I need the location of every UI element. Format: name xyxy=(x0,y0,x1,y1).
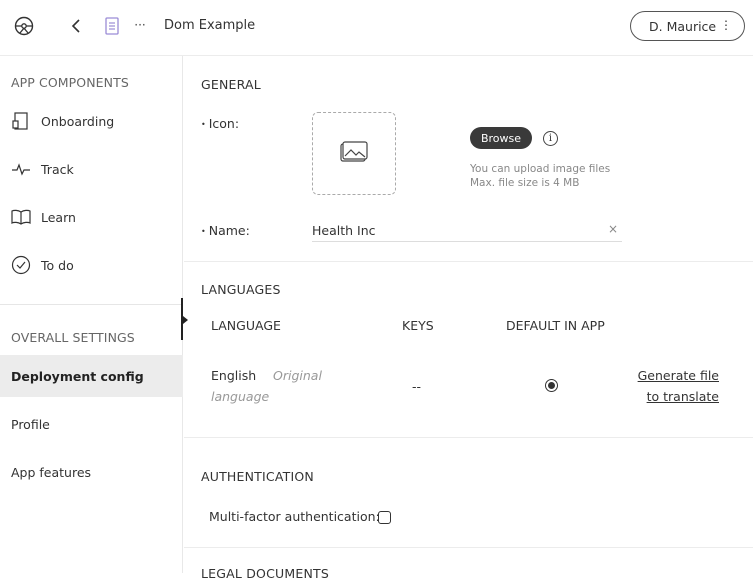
clear-icon[interactable]: × xyxy=(608,222,618,236)
sidebar-item-track[interactable]: Track xyxy=(0,149,183,189)
sidebar-divider xyxy=(0,304,183,305)
sidebar-item-label: Learn xyxy=(41,209,76,225)
sidebar-section-overall-settings: OVERALL SETTINGS xyxy=(11,330,135,345)
sidebar-item-label: App features xyxy=(11,464,92,480)
column-header-keys: KEYS xyxy=(402,318,434,333)
name-field-label: • Name: xyxy=(201,223,250,238)
section-title-legal: LEGAL DOCUMENTS xyxy=(201,566,329,581)
language-note-cont: language xyxy=(211,389,270,404)
sidebar-item-todo[interactable]: To do xyxy=(0,245,183,285)
required-marker: • xyxy=(201,120,206,129)
upload-hint: You can upload image files xyxy=(470,163,611,175)
main-content: GENERAL • Icon: Browse i You can upload i… xyxy=(184,56,753,581)
back-icon[interactable] xyxy=(68,16,84,36)
language-note: Original xyxy=(273,368,322,383)
column-header-default: DEFAULT IN APP xyxy=(506,318,605,333)
image-placeholder-icon xyxy=(340,140,368,167)
upload-size-hint: Max. file size is 4 MB xyxy=(470,177,580,189)
app-title: Dom Example xyxy=(164,18,256,33)
section-divider xyxy=(184,547,753,548)
sidebar-item-learn[interactable]: Learn xyxy=(0,197,183,237)
section-title-authentication: AUTHENTICATION xyxy=(201,469,314,484)
info-icon[interactable]: i xyxy=(543,131,558,146)
sidebar-item-label: To do xyxy=(41,257,74,273)
user-name: D. Maurice xyxy=(649,18,717,34)
mfa-checkbox[interactable] xyxy=(378,511,391,524)
name-input[interactable] xyxy=(312,220,622,242)
onboarding-icon xyxy=(11,111,31,131)
sidebar-item-app-features[interactable]: App features xyxy=(0,452,183,492)
book-icon xyxy=(11,207,31,227)
required-marker: • xyxy=(201,227,206,236)
more-icon[interactable]: ··· xyxy=(131,17,149,33)
sidebar-item-deployment-config[interactable]: Deployment config xyxy=(0,355,183,397)
section-title-general: GENERAL xyxy=(201,77,261,92)
top-bar: ··· Dom Example D. Maurice ⋮ xyxy=(0,0,753,56)
user-menu-button[interactable]: D. Maurice ⋮ xyxy=(630,11,745,41)
kebab-icon: ⋮ xyxy=(720,18,732,32)
column-header-language: LANGUAGE xyxy=(211,318,281,333)
sidebar-item-profile[interactable]: Profile xyxy=(0,404,183,444)
sidebar-item-label: Track xyxy=(41,161,74,177)
sidebar-section-app-components: APP COMPONENTS xyxy=(11,75,129,90)
sidebar-item-label: Onboarding xyxy=(41,113,115,129)
section-divider xyxy=(184,437,753,438)
section-divider xyxy=(184,261,753,262)
sidebar-item-label: Profile xyxy=(11,416,50,432)
icon-upload-area[interactable] xyxy=(312,112,396,195)
mfa-label: Multi-factor authentication: xyxy=(209,509,380,524)
pulse-icon xyxy=(11,159,31,179)
check-circle-icon xyxy=(11,255,31,275)
generate-file-link-cont[interactable]: to translate xyxy=(647,389,719,404)
language-keys: -- xyxy=(412,379,422,394)
icon-field-label: • Icon: xyxy=(201,116,240,131)
sidebar-item-label: Deployment config xyxy=(11,368,144,384)
sidebar: APP COMPONENTS Onboarding Track Learn To… xyxy=(0,56,183,573)
generate-file-link[interactable]: Generate file xyxy=(638,368,719,383)
document-icon[interactable] xyxy=(104,15,120,37)
browse-button[interactable]: Browse xyxy=(470,127,532,149)
default-language-radio[interactable] xyxy=(545,379,558,392)
app-logo-icon[interactable] xyxy=(13,15,35,37)
section-title-languages: LANGUAGES xyxy=(201,282,281,297)
language-name: English xyxy=(211,368,257,383)
sidebar-item-onboarding[interactable]: Onboarding xyxy=(0,101,183,141)
